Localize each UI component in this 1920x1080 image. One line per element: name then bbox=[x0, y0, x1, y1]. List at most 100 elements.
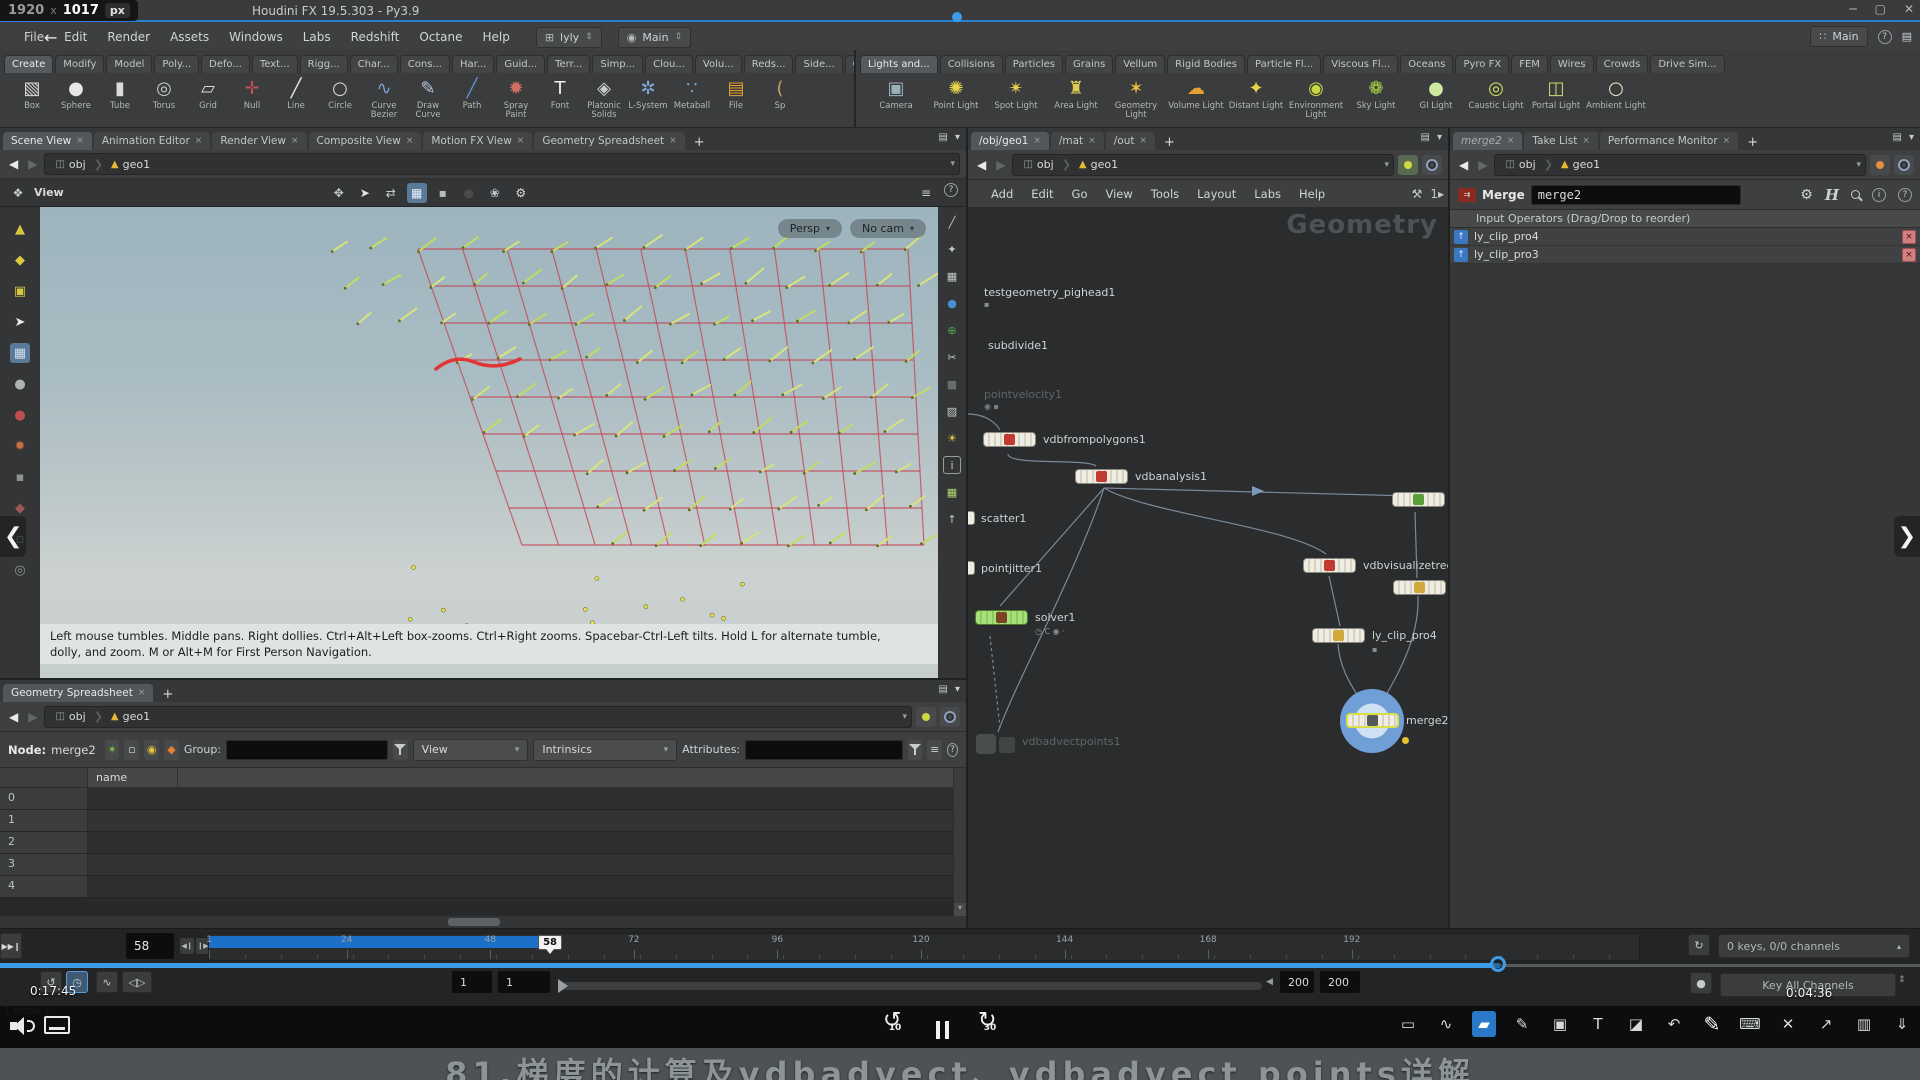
menu-item[interactable]: Labs bbox=[1245, 184, 1290, 204]
info-icon[interactable]: i bbox=[1872, 188, 1886, 202]
layout-selector[interactable]: ∷ Main bbox=[1810, 26, 1867, 47]
view-toolbar-label[interactable]: View bbox=[34, 186, 64, 199]
pane-menu-icon[interactable]: ▾ bbox=[955, 132, 960, 143]
node-name-field[interactable]: merge2 bbox=[1531, 185, 1741, 205]
camera-persp-button[interactable]: Persp▾ bbox=[778, 219, 842, 238]
scroll-down-icon[interactable]: ▾ bbox=[954, 903, 966, 916]
annotation-icon[interactable]: ✕ bbox=[1776, 1011, 1800, 1037]
substep-icon[interactable]: ◁▷ bbox=[122, 971, 152, 993]
shelf-tab[interactable]: Text... bbox=[252, 55, 298, 73]
forward-button[interactable]: ▶ bbox=[25, 157, 40, 171]
menu-item[interactable]: Tools bbox=[1142, 184, 1188, 204]
shelf-tool[interactable]: ✲ L-System bbox=[626, 75, 670, 127]
attr-filter-icon[interactable] bbox=[908, 740, 923, 760]
menu-item[interactable]: Render bbox=[97, 27, 160, 47]
group-input[interactable] bbox=[226, 740, 388, 760]
table-row[interactable]: 4 bbox=[0, 876, 966, 898]
shelf-tool[interactable]: ▱ Grid bbox=[186, 75, 230, 127]
new-tab-button[interactable]: + bbox=[687, 135, 712, 150]
close-tab-icon[interactable]: × bbox=[1033, 136, 1041, 146]
gear-icon[interactable]: ⚙ bbox=[1800, 187, 1813, 203]
menu-item[interactable]: Windows bbox=[219, 27, 293, 47]
pane-maximize-icon[interactable]: ▤ bbox=[939, 132, 948, 143]
shelf-tab[interactable]: Model bbox=[106, 55, 152, 73]
shelf-tab[interactable]: Drive Sim... bbox=[1650, 55, 1724, 73]
viewport-tool-icon[interactable]: ▪ bbox=[433, 183, 453, 203]
search-icon[interactable] bbox=[1851, 190, 1860, 199]
node-type-icon[interactable]: ✶ bbox=[105, 740, 120, 760]
pin-icon[interactable] bbox=[1398, 155, 1418, 175]
shelf-tool[interactable]: T Font bbox=[538, 75, 582, 127]
pane-tab[interactable]: Performance Monitor × bbox=[1600, 132, 1738, 150]
shelf-tab[interactable]: Viscous Fl... bbox=[1323, 55, 1398, 73]
list-options-icon[interactable]: ≡ bbox=[927, 740, 942, 760]
network-node[interactable] bbox=[1303, 558, 1356, 573]
viewport-display-icon[interactable]: ✂ bbox=[943, 348, 961, 366]
menu-item[interactable]: Redshift bbox=[341, 27, 410, 47]
menu-item[interactable]: Edit bbox=[54, 27, 97, 47]
shelf-tool[interactable]: ∵ Metaball bbox=[670, 75, 714, 127]
node-label[interactable]: subdivide1 bbox=[988, 339, 1048, 352]
viewport-tool-icon[interactable]: ● bbox=[459, 183, 479, 203]
shelf-tool[interactable]: ✴ Spot Light bbox=[986, 75, 1046, 127]
shelf-tab[interactable]: Reds... bbox=[744, 55, 794, 73]
shelf-tab[interactable]: Rigid Bodies bbox=[1167, 55, 1245, 73]
houdini-help-icon[interactable]: H bbox=[1825, 186, 1839, 204]
maximize-button[interactable]: ▢ bbox=[1875, 2, 1886, 16]
menu-item[interactable]: Labs bbox=[293, 27, 341, 47]
minimize-button[interactable]: ─ bbox=[1849, 2, 1856, 16]
shelf-tab[interactable]: Oceans bbox=[1400, 55, 1453, 73]
radial-menu-icon[interactable] bbox=[940, 707, 960, 727]
shelf-tab[interactable]: Pyro FX bbox=[1455, 55, 1509, 73]
viewport-help-icon[interactable]: ? bbox=[944, 183, 958, 197]
speaker-icon[interactable] bbox=[10, 1016, 34, 1036]
shelf-tool[interactable]: ❁ Sky Light bbox=[1346, 75, 1406, 127]
panel-menu-icon[interactable]: ▤ bbox=[1902, 30, 1912, 43]
path-bar[interactable]: ◫obj ❯ ▲geo1 ▾ bbox=[1012, 154, 1394, 176]
shelf-tab[interactable]: Clou... bbox=[645, 55, 693, 73]
shelf-tool[interactable]: ╱ Line bbox=[274, 75, 318, 127]
shelf-tab[interactable]: Har... bbox=[452, 55, 494, 73]
desktop-selector[interactable]: ⊞ lyly ⇕ bbox=[536, 27, 602, 48]
viewport-display-icon[interactable]: i bbox=[943, 456, 961, 474]
pane-menu-icon[interactable]: ▾ bbox=[955, 684, 960, 695]
viewport-side-tool-icon[interactable]: ◎ bbox=[10, 560, 30, 580]
viewport-3d[interactable]: Persp▾ No cam▾ Left mouse tumbles. Middl… bbox=[40, 207, 938, 678]
pane-tab[interactable]: /mat × bbox=[1051, 132, 1104, 150]
viewport-display-icon[interactable]: ☀ bbox=[943, 429, 961, 447]
shelf-tab[interactable]: Wires bbox=[1550, 55, 1594, 73]
shelf-tool[interactable]: ▧ Box bbox=[10, 75, 54, 127]
new-tab-button[interactable]: + bbox=[1740, 135, 1765, 150]
menu-item[interactable]: Go bbox=[1063, 184, 1097, 204]
new-tab-button[interactable]: + bbox=[155, 687, 180, 702]
viewport-display-icon[interactable]: ▦ bbox=[943, 267, 961, 285]
shelf-tab[interactable]: Octa... bbox=[845, 55, 854, 73]
close-tab-icon[interactable]: × bbox=[669, 136, 677, 146]
back-button[interactable]: ◀ bbox=[1456, 158, 1471, 172]
view-menu-icon[interactable]: ❖ bbox=[8, 183, 28, 203]
shelf-tab[interactable]: FEM bbox=[1511, 55, 1548, 73]
wrench-icon[interactable]: ⚒ bbox=[1412, 187, 1423, 201]
pane-maximize-icon[interactable]: ▤ bbox=[939, 684, 948, 695]
radial-menu-icon[interactable] bbox=[1422, 155, 1442, 175]
close-tab-icon[interactable]: × bbox=[138, 688, 146, 698]
shelf-tab[interactable]: Rigg... bbox=[300, 55, 348, 73]
shelf-tool[interactable]: ✹ Spray Paint bbox=[494, 75, 538, 127]
node-label[interactable]: pointvelocity1 bbox=[984, 388, 1062, 401]
video-scrubber-handle[interactable] bbox=[1490, 956, 1506, 972]
shelf-tab[interactable]: Modify bbox=[55, 55, 104, 73]
forward-button[interactable]: ▶ bbox=[1475, 158, 1490, 172]
node-label[interactable]: merge2 bbox=[1406, 714, 1448, 727]
forward-button[interactable]: ▶ bbox=[993, 158, 1008, 172]
close-tab-icon[interactable]: × bbox=[1139, 136, 1147, 146]
shelf-tool[interactable]: ○ Circle bbox=[318, 75, 362, 127]
table-row[interactable]: 1 bbox=[0, 810, 966, 832]
close-button[interactable]: ✕ bbox=[1904, 2, 1914, 16]
node-label[interactable]: pointjitter1 bbox=[981, 562, 1042, 575]
move-up-icon[interactable]: ↑ bbox=[1454, 230, 1468, 244]
menu-item[interactable]: Edit bbox=[1022, 184, 1062, 204]
annotation-icon[interactable]: ◪ bbox=[1624, 1011, 1648, 1037]
viewport-display-icon[interactable]: ■ bbox=[943, 375, 961, 393]
close-tab-icon[interactable]: × bbox=[291, 136, 299, 146]
subtitle-toggle-icon[interactable] bbox=[44, 1016, 70, 1034]
